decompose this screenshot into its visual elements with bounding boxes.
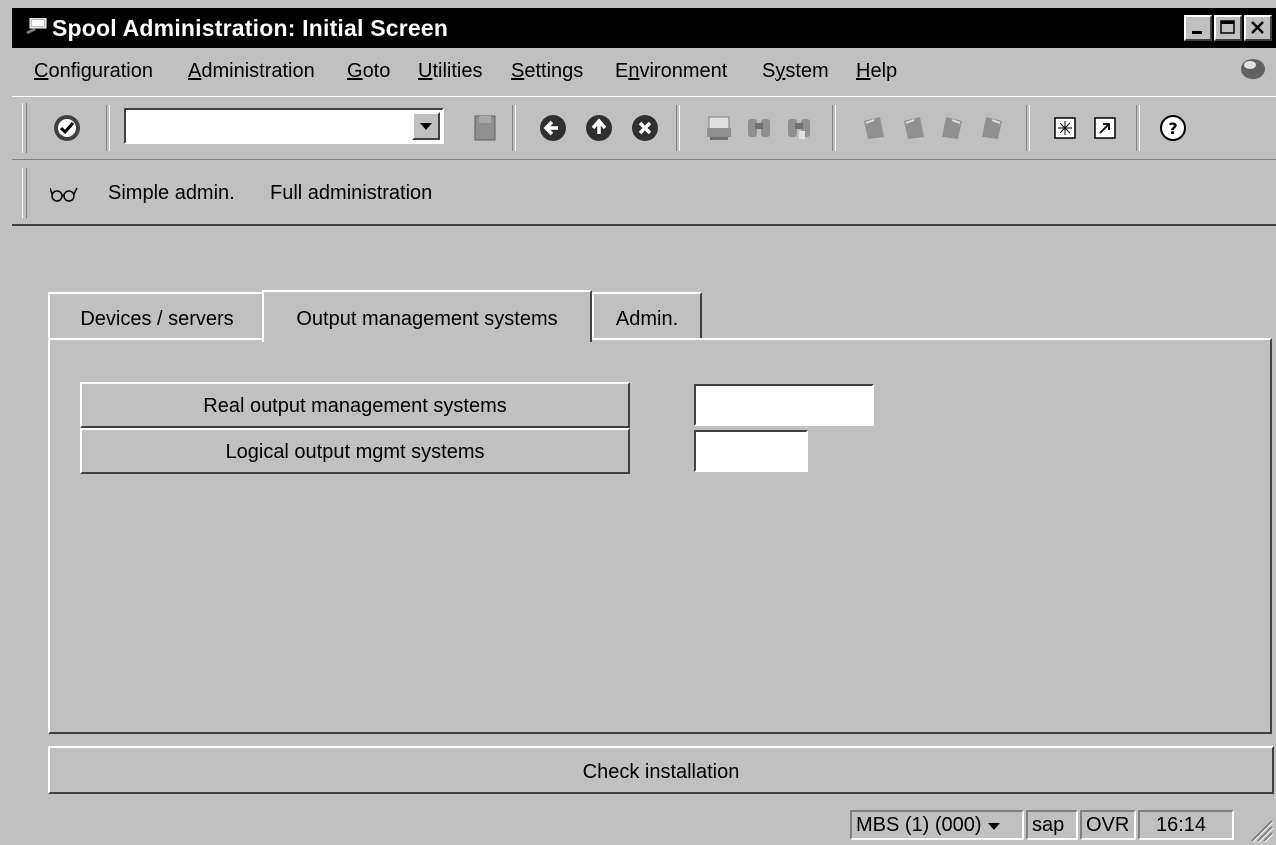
shortcut-icon[interactable]: [1088, 111, 1122, 145]
tab-devices-servers[interactable]: Devices / servers: [48, 292, 266, 340]
back-icon[interactable]: [536, 111, 570, 145]
minimize-icon: [1192, 31, 1202, 34]
first-page-icon[interactable]: [856, 111, 890, 145]
svg-text:?: ?: [1168, 119, 1177, 138]
system-info-field[interactable]: MBS (1) (000): [850, 810, 1024, 840]
title-bar: Spool Administration: Initial Screen: [12, 8, 1276, 48]
chevron-down-icon: [420, 123, 432, 130]
toolbar-separator: [106, 105, 110, 151]
real-oms-field[interactable]: [694, 384, 874, 426]
system-info: MBS (1) (000): [856, 814, 982, 836]
tab-admin[interactable]: Admin.: [592, 292, 702, 340]
toolbar-grip[interactable]: [22, 168, 27, 218]
close-button[interactable]: [1244, 15, 1272, 41]
print-icon[interactable]: [702, 111, 736, 145]
time-field: 16:14: [1138, 810, 1234, 840]
next-page-icon[interactable]: [936, 111, 970, 145]
glasses-icon: [50, 187, 78, 202]
menu-environment[interactable]: Environment: [615, 60, 727, 83]
toolbar-grip[interactable]: [22, 103, 27, 153]
real-oms-input[interactable]: [696, 386, 872, 424]
status-bar: MBS (1) (000) sap OVR 16:14: [12, 808, 1276, 845]
create-session-icon[interactable]: [1048, 111, 1082, 145]
menu-configuration[interactable]: Configuration: [34, 60, 153, 83]
simple-admin-button[interactable]: Simple admin.: [108, 182, 235, 205]
command-input[interactable]: [128, 112, 410, 140]
command-field[interactable]: [124, 108, 444, 144]
previous-page-icon[interactable]: [896, 111, 930, 145]
minimize-button[interactable]: [1184, 15, 1212, 41]
exit-icon[interactable]: [582, 111, 616, 145]
toolbar-separator: [1136, 105, 1140, 151]
toolbar-separator: [832, 105, 836, 151]
real-output-management-systems-button[interactable]: Real output management systems: [80, 382, 630, 428]
enter-icon[interactable]: [50, 111, 84, 145]
last-page-icon[interactable]: [976, 111, 1010, 145]
toolbar-separator: [512, 105, 516, 151]
system-toolbar: ?: [12, 96, 1276, 160]
menu-settings[interactable]: Settings: [511, 60, 583, 83]
tab-label: Output management systems: [296, 308, 558, 330]
maximize-icon: [1220, 20, 1235, 34]
tab-output-management-systems[interactable]: Output management systems: [262, 290, 592, 342]
check-installation-button[interactable]: Check installation: [48, 746, 1274, 794]
tab-label: Admin.: [615, 308, 679, 330]
menu-help[interactable]: Help: [856, 60, 897, 83]
insert-mode-field[interactable]: OVR: [1080, 810, 1136, 840]
find-icon[interactable]: [742, 111, 776, 145]
menu-administration[interactable]: Administration: [188, 60, 315, 83]
cancel-icon[interactable]: [628, 111, 662, 145]
close-icon: [1251, 21, 1264, 34]
sap-window: Spool Administration: Initial Screen Con…: [0, 0, 1276, 845]
toolbar-separator: [676, 105, 680, 151]
find-next-icon[interactable]: [782, 111, 816, 145]
logical-output-mgmt-systems-button[interactable]: Logical output mgmt systems: [80, 428, 630, 474]
menu-bar: Configuration Administration Goto Utilit…: [12, 50, 1276, 92]
sap-status-icon[interactable]: [1238, 56, 1268, 82]
logical-oms-input[interactable]: [696, 432, 806, 470]
command-dropdown-button[interactable]: [412, 112, 440, 140]
logical-oms-field[interactable]: [694, 430, 808, 472]
full-administration-button[interactable]: Full administration: [270, 182, 432, 205]
maximize-button[interactable]: [1214, 15, 1242, 41]
menu-goto[interactable]: Goto: [347, 60, 390, 83]
save-icon[interactable]: [468, 111, 502, 145]
tab-label: Devices / servers: [80, 308, 234, 330]
sap-window-icon[interactable]: [26, 18, 48, 34]
help-icon[interactable]: ?: [1156, 111, 1190, 145]
window-title: Spool Administration: Initial Screen: [52, 15, 449, 41]
toolbar-separator: [1026, 105, 1030, 151]
application-toolbar: Simple admin. Full administration: [12, 162, 1276, 226]
tab-panel: Real output management systems Logical o…: [48, 338, 1272, 734]
menu-utilities[interactable]: Utilities: [418, 60, 482, 83]
dropdown-arrow-icon[interactable]: [987, 820, 1001, 832]
resize-grip-icon[interactable]: [1246, 815, 1274, 843]
server-field: sap: [1026, 810, 1078, 840]
menu-system[interactable]: System: [762, 60, 829, 83]
